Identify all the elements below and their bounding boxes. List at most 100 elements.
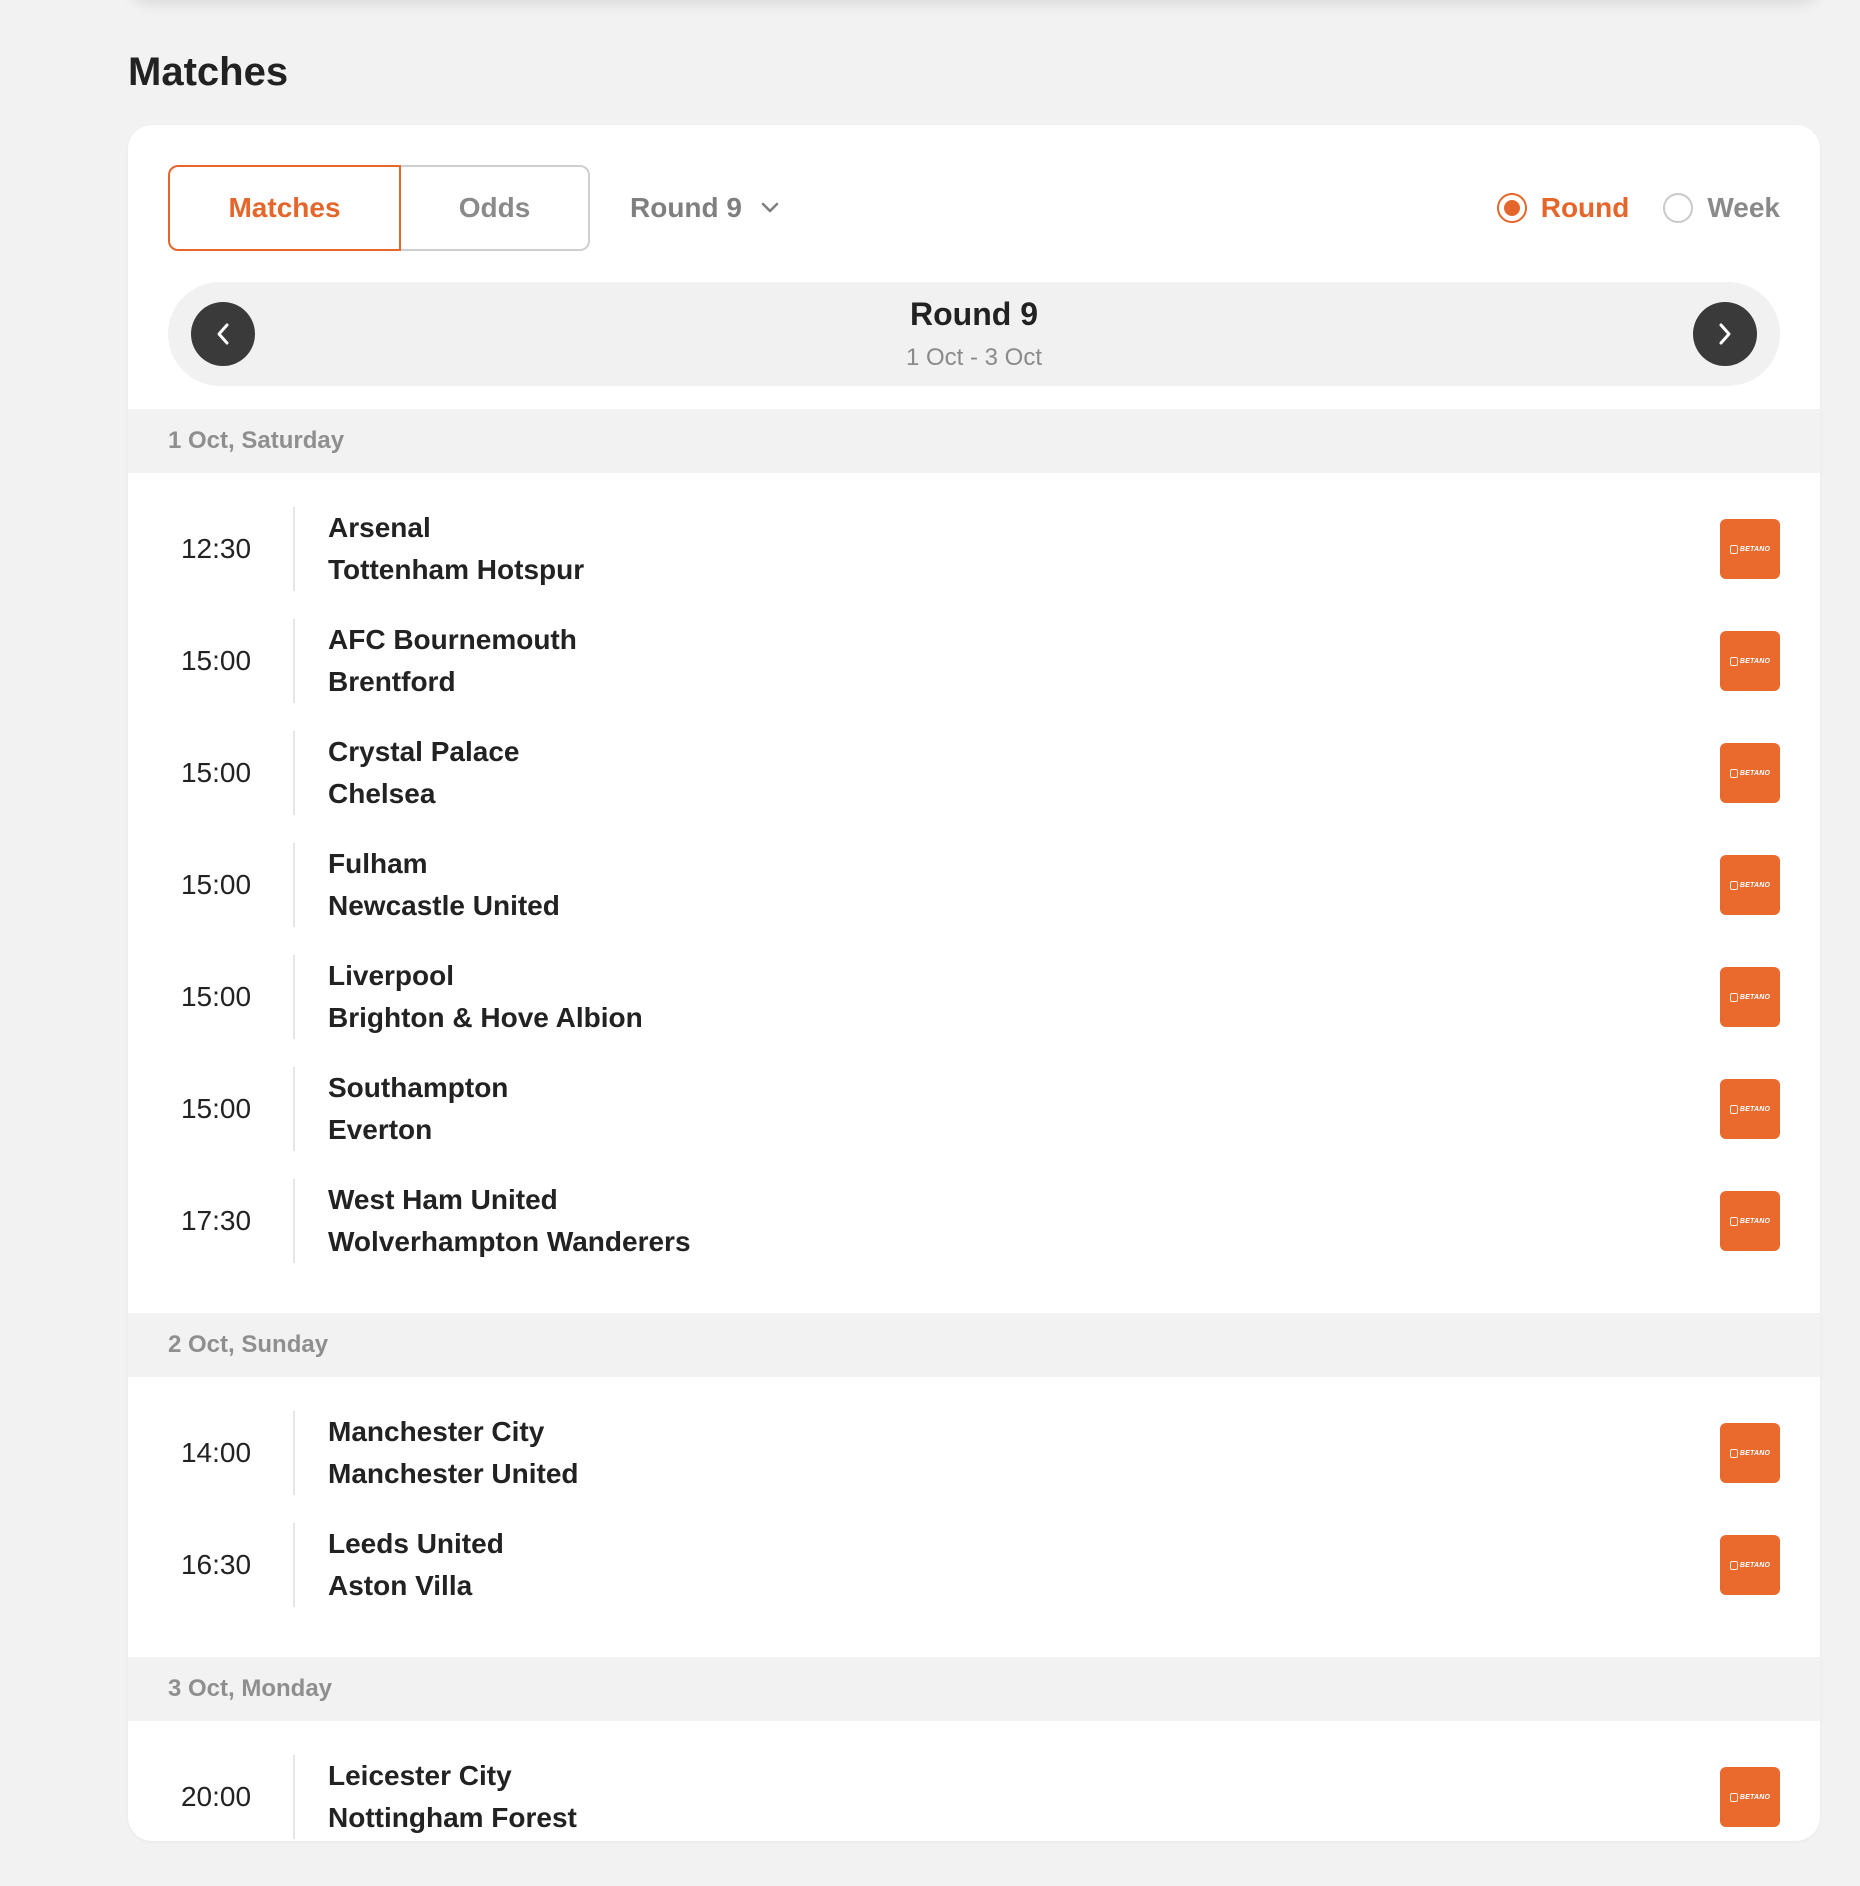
- betano-logo-icon: [1729, 1448, 1738, 1458]
- match-time: 14:00: [180, 1437, 252, 1468]
- home-team: Leeds United: [328, 1528, 504, 1559]
- betano-odds-button[interactable]: BETANO: [1720, 967, 1780, 1027]
- radio-round[interactable]: Round: [1496, 192, 1630, 224]
- home-team: Southampton: [328, 1072, 509, 1103]
- view-mode-radio-group: Round Week: [1496, 165, 1780, 251]
- betano-logo-text: BETANO: [1739, 1217, 1771, 1225]
- away-team: Tottenham Hotspur: [328, 554, 585, 585]
- tab-odds[interactable]: Odds: [401, 165, 590, 251]
- match-teams: Liverpool Brighton & Hove Albion: [328, 955, 643, 1039]
- betano-odds-button[interactable]: BETANO: [1720, 1079, 1780, 1139]
- radio-round-label: Round: [1540, 192, 1630, 223]
- round-title: Round 9: [910, 296, 1038, 332]
- betano-odds-button[interactable]: BETANO: [1720, 743, 1780, 803]
- divider: [293, 1179, 295, 1263]
- match-time: 15:00: [180, 869, 252, 900]
- betano-odds-button[interactable]: BETANO: [1720, 631, 1780, 691]
- match-row[interactable]: 12:30 Arsenal Tottenham Hotspur BETANO: [128, 493, 1820, 605]
- away-team: Everton: [328, 1114, 433, 1145]
- home-team: Manchester City: [328, 1416, 545, 1447]
- match-teams: Arsenal Tottenham Hotspur: [328, 507, 584, 591]
- betano-logo-icon: [1729, 768, 1738, 778]
- betano-odds-button[interactable]: BETANO: [1720, 855, 1780, 915]
- match-time: 17:30: [180, 1205, 252, 1236]
- betano-odds-button[interactable]: BETANO: [1720, 1423, 1780, 1483]
- match-time: 15:00: [180, 981, 252, 1012]
- divider: [293, 731, 295, 815]
- match-row[interactable]: 15:00 Southampton Everton BETANO: [128, 1053, 1820, 1165]
- day-header: 3 Oct, Monday: [128, 1657, 1820, 1721]
- tab-matches[interactable]: Matches: [168, 165, 401, 251]
- divider: [293, 1411, 295, 1495]
- betano-logo-text: BETANO: [1739, 881, 1771, 889]
- match-teams: West Ham United Wolverhampton Wanderers: [328, 1179, 691, 1263]
- match-time: 15:00: [180, 1093, 252, 1124]
- divider: [293, 1067, 295, 1151]
- away-team: Wolverhampton Wanderers: [328, 1226, 691, 1257]
- day-header: 1 Oct, Saturday: [128, 409, 1820, 473]
- match-row[interactable]: 17:30 West Ham United Wolverhampton Wander…: [128, 1165, 1820, 1277]
- match-time: 16:30: [180, 1549, 252, 1580]
- match-time: 15:00: [180, 645, 252, 676]
- home-team: Crystal Palace: [328, 736, 520, 767]
- matches-card: Matches Odds Round 9 Round Week Round 9 …: [128, 125, 1820, 1841]
- match-row[interactable]: 15:00 Liverpool Brighton & Hove Albion BETA…: [128, 941, 1820, 1053]
- divider: [293, 507, 295, 591]
- betano-logo-text: BETANO: [1739, 1449, 1771, 1457]
- betano-logo-text: BETANO: [1739, 993, 1771, 1001]
- round-date-range: 1 Oct - 3 Oct: [905, 344, 1043, 371]
- betano-logo-text: BETANO: [1739, 657, 1771, 665]
- chevron-down-icon: [761, 202, 779, 213]
- betano-logo-icon: [1729, 544, 1738, 554]
- betano-logo-text: BETANO: [1739, 1105, 1771, 1113]
- radio-week-label: Week: [1707, 192, 1780, 223]
- divider: [293, 843, 295, 927]
- match-time: 20:00: [180, 1781, 252, 1812]
- match-teams: Southampton Everton: [328, 1067, 508, 1151]
- away-team: Brentford: [328, 666, 456, 697]
- match-teams: Leicester City Nottingham Forest: [328, 1755, 577, 1839]
- betano-odds-button[interactable]: BETANO: [1720, 519, 1780, 579]
- match-row[interactable]: 15:00 Fulham Newcastle United BETANO: [128, 829, 1820, 941]
- betano-logo-icon: [1729, 1792, 1738, 1802]
- day-match-group: 14:00 Manchester City Manchester United BET…: [128, 1377, 1820, 1657]
- tab-group: Matches Odds: [168, 165, 590, 251]
- betano-logo-icon: [1729, 656, 1738, 666]
- radio-week[interactable]: Week: [1663, 192, 1780, 224]
- round-dropdown[interactable]: Round 9: [630, 165, 780, 251]
- next-round-button[interactable]: [1693, 302, 1757, 366]
- match-row[interactable]: 15:00 AFC Bournemouth Brentford BETANO: [128, 605, 1820, 717]
- home-team: Leicester City: [328, 1760, 512, 1791]
- betano-odds-button[interactable]: BETANO: [1720, 1191, 1780, 1251]
- away-team: Nottingham Forest: [328, 1802, 577, 1833]
- match-row[interactable]: 14:00 Manchester City Manchester United BET…: [128, 1397, 1820, 1509]
- betano-logo-text: BETANO: [1739, 545, 1771, 553]
- betano-logo-text: BETANO: [1739, 1561, 1771, 1569]
- betano-logo-text: BETANO: [1739, 769, 1771, 777]
- match-row[interactable]: 15:00 Crystal Palace Chelsea BETANO: [128, 717, 1820, 829]
- radio-selected-icon: [1496, 193, 1527, 223]
- chevron-right-icon: [1719, 323, 1731, 345]
- away-team: Manchester United: [328, 1458, 579, 1489]
- home-team: Arsenal: [328, 512, 431, 543]
- match-teams: Crystal Palace Chelsea: [328, 731, 519, 815]
- betano-logo-icon: [1729, 1560, 1738, 1570]
- home-team: West Ham United: [328, 1184, 558, 1215]
- match-teams: Fulham Newcastle United: [328, 843, 560, 927]
- match-teams: AFC Bournemouth Brentford: [328, 619, 577, 703]
- home-team: Liverpool: [328, 960, 455, 991]
- divider: [293, 1523, 295, 1607]
- match-row[interactable]: 20:00 Leicester City Nottingham Forest BETA…: [128, 1741, 1820, 1841]
- betano-odds-button[interactable]: BETANO: [1720, 1767, 1780, 1827]
- match-time: 15:00: [180, 757, 252, 788]
- match-list: 1 Oct, Saturday 12:30 Arsenal Tottenham Hot…: [128, 409, 1820, 1841]
- betano-odds-button[interactable]: BETANO: [1720, 1535, 1780, 1595]
- betano-logo-icon: [1729, 1104, 1738, 1114]
- match-teams: Manchester City Manchester United: [328, 1411, 579, 1495]
- divider: [293, 1755, 295, 1839]
- divider: [293, 955, 295, 1039]
- away-team: Brighton & Hove Albion: [328, 1002, 643, 1033]
- match-row[interactable]: 16:30 Leeds United Aston Villa BETANO: [128, 1509, 1820, 1621]
- divider: [293, 619, 295, 703]
- page-title: Matches: [128, 50, 289, 94]
